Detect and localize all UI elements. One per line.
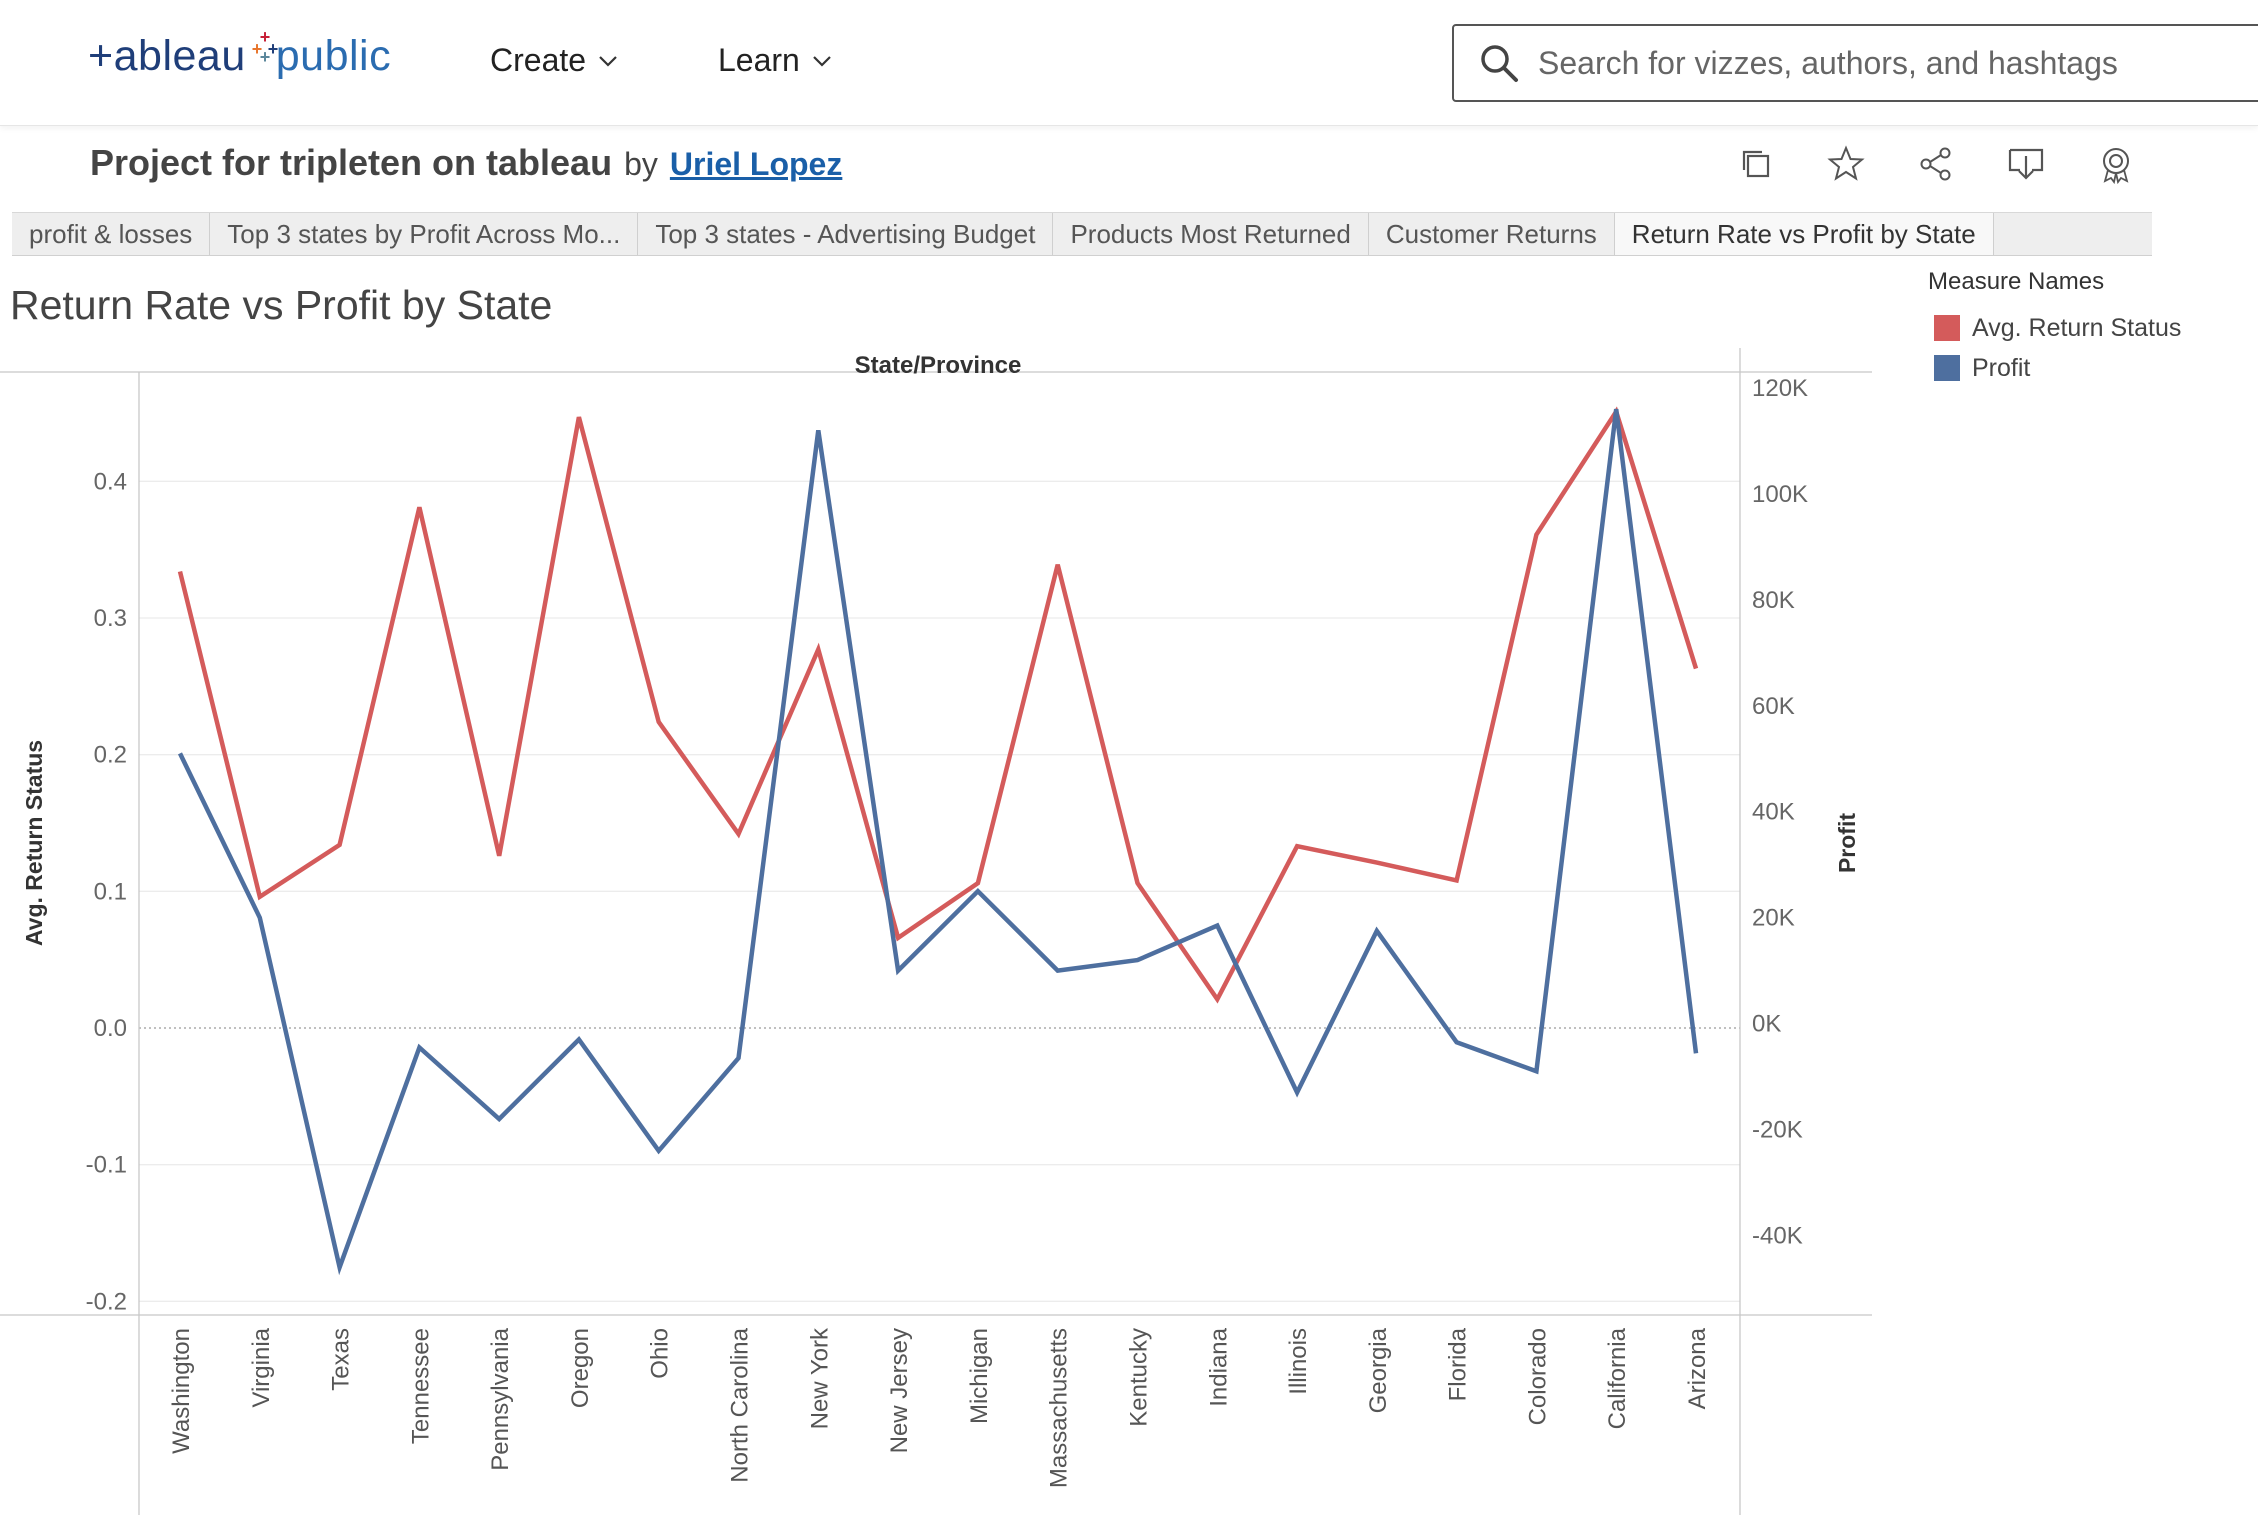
search-icon: [1481, 45, 1518, 82]
search-box[interactable]: [1452, 24, 2258, 102]
x-tick-label: Indiana: [1205, 1327, 1232, 1406]
y-axis-title: Avg. Return Status: [21, 740, 47, 946]
tab-products-returned[interactable]: Products Most Returned: [1053, 213, 1369, 255]
left-tick-label: 0.4: [94, 468, 127, 495]
x-tick-label: Colorado: [1524, 1328, 1551, 1425]
x-tick-label: Arizona: [1684, 1327, 1711, 1409]
legend-title: Measure Names: [1928, 268, 2105, 295]
legend-swatch: [1934, 355, 1960, 381]
learn-menu[interactable]: Learn: [718, 42, 834, 79]
tab-return-rate-vs-profit[interactable]: Return Rate vs Profit by State: [1614, 213, 1994, 255]
badge-icon[interactable]: [2096, 144, 2136, 184]
logo-text-public: public: [275, 31, 392, 80]
x-tick-label: New York: [806, 1327, 833, 1429]
author-link[interactable]: Uriel Lopez: [670, 146, 842, 183]
legend-item-return-status[interactable]: Avg. Return Status: [1934, 308, 2181, 348]
right-tick-label: 40K: [1752, 799, 1795, 826]
x-tick-label: Tennessee: [407, 1328, 434, 1444]
legend-swatch: [1934, 315, 1960, 341]
top-navigation-bar: +ableau + + + + public Create Learn: [0, 0, 2258, 126]
right-tick-label: 100K: [1752, 481, 1808, 508]
series-line-return-status: [177, 406, 1699, 1004]
right-tick-label: -40K: [1752, 1223, 1803, 1250]
left-tick-label: -0.1: [86, 1152, 127, 1179]
line-chart: -0.2 -0.1 0.0 0.1 0.2 0.3 0.4 -40K -20K 0K 20K 40K 6…: [0, 348, 1872, 1515]
right-tick-label: 20K: [1752, 905, 1795, 932]
right-tick-label: 80K: [1752, 587, 1795, 614]
right-tick-label: 0K: [1752, 1011, 1781, 1038]
x-tick-label: California: [1604, 1327, 1631, 1429]
logo-text-tableau: +ableau: [88, 31, 246, 80]
chevron-down-icon: [813, 55, 831, 67]
tab-top3-advertising[interactable]: Top 3 states - Advertising Budget: [638, 213, 1054, 255]
x-tick-label: Ohio: [647, 1328, 674, 1379]
viz-title: Project for tripleten on tableau: [90, 142, 613, 183]
x-tick-label: Illinois: [1285, 1328, 1312, 1395]
learn-menu-label: Learn: [718, 42, 800, 78]
copy-icon[interactable]: [1736, 144, 1776, 184]
x-tick-label: Washington: [168, 1328, 195, 1454]
left-tick-label: 0.3: [94, 605, 127, 632]
chevron-down-icon: [599, 55, 617, 67]
legend-item-profit[interactable]: Profit: [1934, 348, 2181, 388]
viz-toolbar: [1736, 144, 2136, 184]
x-tick-label: Massachusetts: [1046, 1328, 1073, 1488]
tab-top3-profit-months[interactable]: Top 3 states by Profit Across Mo...: [210, 213, 639, 255]
right-tick-label: 60K: [1752, 693, 1795, 720]
x-tick-label: Florida: [1445, 1327, 1472, 1401]
x-tick-label: North Carolina: [727, 1327, 754, 1482]
x-tick-label: Michigan: [966, 1328, 993, 1424]
by-label: by: [624, 146, 658, 182]
viz-header: Project for tripleten on tableau by Urie…: [90, 142, 842, 192]
x-tick-label: Virginia: [248, 1327, 275, 1407]
logo-plus-icon: + + + +: [251, 27, 279, 67]
legend-label: Profit: [1972, 353, 2031, 382]
left-tick-label: 0.1: [94, 878, 127, 905]
sheet-tabs: profit & losses Top 3 states by Profit A…: [12, 212, 2152, 256]
x-tick-label: New Jersey: [886, 1328, 913, 1453]
create-menu-label: Create: [490, 42, 587, 78]
x-tick-label: Texas: [328, 1328, 355, 1391]
sheet-title: Return Rate vs Profit by State: [10, 282, 553, 328]
x-axis-title: State/Province: [855, 352, 1022, 379]
download-icon[interactable]: [2006, 144, 2046, 184]
legend: Measure Names Avg. Return Status Profit: [1928, 268, 2181, 388]
x-tick-label: Kentucky: [1125, 1328, 1152, 1427]
legend-label: Avg. Return Status: [1972, 313, 2182, 342]
star-icon[interactable]: [1826, 144, 1866, 184]
right-tick-label: 120K: [1752, 375, 1808, 402]
share-icon[interactable]: [1916, 144, 1956, 184]
tab-profit-losses[interactable]: profit & losses: [12, 213, 211, 255]
y2-axis-title: Profit: [1834, 813, 1860, 873]
left-tick-label: -0.2: [86, 1288, 127, 1315]
tab-customer-returns[interactable]: Customer Returns: [1369, 213, 1615, 255]
right-tick-label: -20K: [1752, 1117, 1803, 1144]
create-menu[interactable]: Create: [490, 42, 620, 79]
search-input[interactable]: [1536, 43, 2240, 83]
left-tick-label: 0.2: [94, 742, 127, 769]
left-tick-label: 0.0: [94, 1015, 127, 1042]
tableau-public-logo[interactable]: +ableau + + + + public: [88, 26, 391, 86]
x-tick-label: Pennsylvania: [487, 1327, 514, 1470]
x-tick-label: Oregon: [567, 1328, 594, 1408]
x-tick-label: Georgia: [1365, 1327, 1392, 1413]
